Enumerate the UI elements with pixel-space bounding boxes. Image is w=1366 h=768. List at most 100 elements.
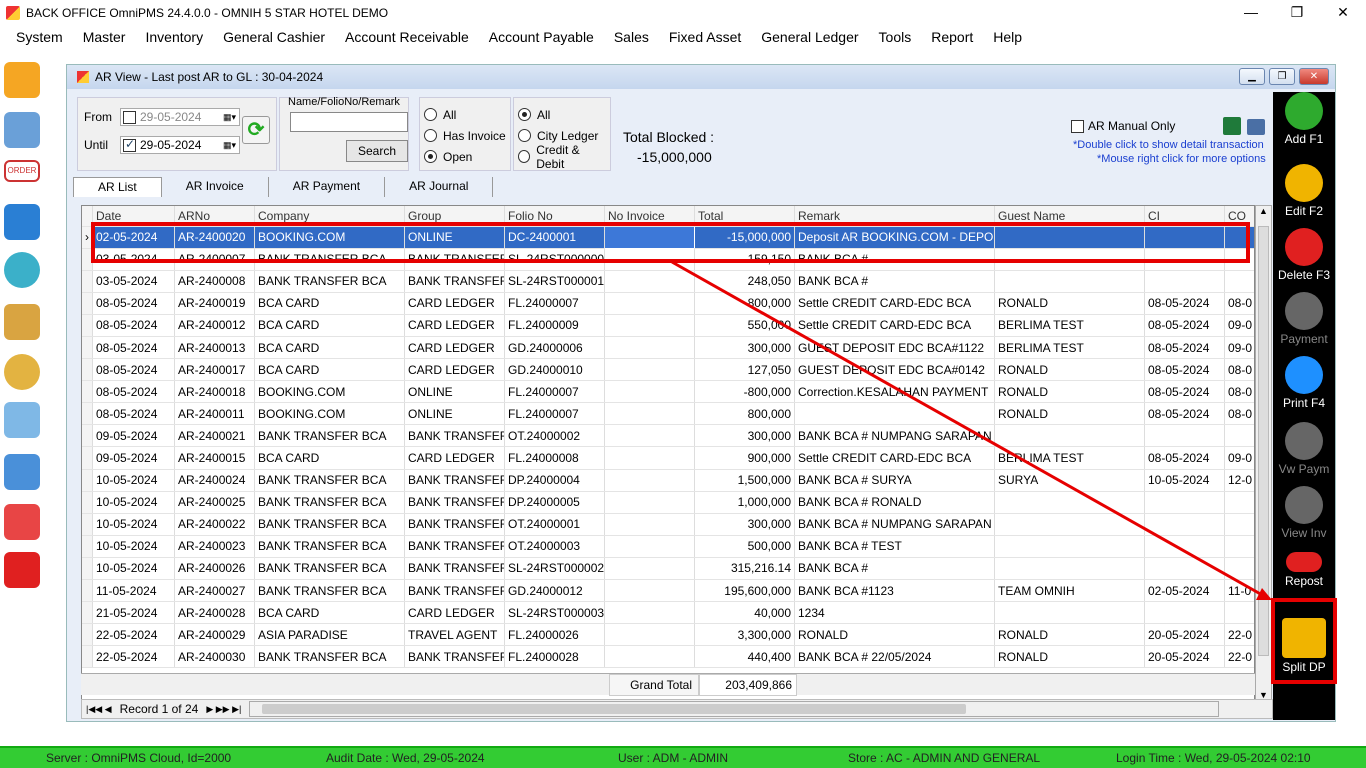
radio-credit-debit[interactable]: Credit & Debit: [518, 143, 606, 171]
table-row[interactable]: 10-05-2024 AR-2400024 BANK TRANSFER BCA BAN…: [82, 469, 1254, 492]
tab-ar-invoice[interactable]: AR Invoice: [162, 177, 269, 197]
inventory-boxes-icon[interactable]: [4, 62, 40, 98]
exit-icon[interactable]: [4, 552, 40, 588]
table-row[interactable]: 08-05-2024 AR-2400019 BCA CARD CARD LEDGER F…: [82, 292, 1254, 315]
table-row[interactable]: 09-05-2024 AR-2400015 BCA CARD CARD LEDGER F…: [82, 446, 1254, 470]
grid-vertical-scrollbar[interactable]: ▲ ▼: [1255, 205, 1272, 701]
sync-icon[interactable]: [4, 252, 40, 288]
refresh-button[interactable]: ⟳: [242, 116, 270, 144]
menu-help[interactable]: Help: [983, 29, 1032, 45]
table-row[interactable]: 08-05-2024 AR-2400017 BCA CARD CARD LEDGER G…: [82, 358, 1254, 382]
print-f4-button[interactable]: Print F4: [1273, 356, 1335, 410]
table-cell: RONALD: [994, 645, 1145, 669]
radio-has-invoice[interactable]: Has Invoice: [424, 125, 506, 146]
table-row[interactable]: 10-05-2024 AR-2400022 BANK TRANSFER BCA BAN…: [82, 513, 1254, 536]
radio-all-ledger[interactable]: All: [518, 104, 606, 125]
checklist-icon[interactable]: [4, 112, 40, 148]
row-indicator[interactable]: [82, 535, 93, 558]
excel-export-icon[interactable]: [1223, 117, 1241, 135]
table-row[interactable]: 10-05-2024 AR-2400023 BANK TRANSFER BCA BAN…: [82, 535, 1254, 558]
menu-tools[interactable]: Tools: [869, 29, 922, 45]
ledger-filter-group: All City Ledger Credit & Debit: [513, 97, 611, 171]
tab-ar-journal[interactable]: AR Journal: [385, 177, 494, 197]
order-icon[interactable]: ORDER: [4, 160, 40, 182]
repost-button[interactable]: Repost: [1273, 552, 1335, 588]
row-indicator[interactable]: [82, 513, 93, 536]
child-minimize-button[interactable]: ▁: [1239, 68, 1265, 85]
add-f1-button[interactable]: Add F1: [1273, 92, 1335, 146]
radio-open[interactable]: Open: [424, 146, 506, 167]
radio-all-invoice[interactable]: All: [424, 104, 506, 125]
edit-f2-button[interactable]: Edit F2: [1273, 164, 1335, 218]
close-button[interactable]: ✕: [1320, 0, 1366, 26]
table-row[interactable]: 08-05-2024 AR-2400011 BOOKING.COM ONLINE FL.…: [82, 402, 1254, 426]
tab-ar-list[interactable]: AR List: [73, 177, 162, 197]
row-indicator[interactable]: [82, 446, 93, 470]
row-indicator[interactable]: [82, 579, 93, 603]
money-bag-icon[interactable]: [4, 304, 40, 340]
table-row[interactable]: 22-05-2024 AR-2400030 BANK TRANSFER BCA BAN…: [82, 645, 1254, 669]
menu-general-ledger[interactable]: General Ledger: [751, 29, 868, 45]
table-row[interactable]: 10-05-2024 AR-2400026 BANK TRANSFER BCA BAN…: [82, 557, 1254, 581]
row-indicator[interactable]: [82, 424, 93, 448]
calendar-dropdown-icon[interactable]: ▦▾: [223, 140, 239, 151]
child-close-button[interactable]: ✕: [1299, 68, 1329, 85]
highlight-selected-row: [91, 222, 1250, 263]
table-row[interactable]: 03-05-2024 AR-2400008 BANK TRANSFER BCA BAN…: [82, 270, 1254, 293]
until-checkbox[interactable]: [123, 137, 136, 152]
ar-manual-only-checkbox[interactable]: AR Manual Only: [1071, 119, 1175, 133]
delete-f3-button[interactable]: Delete F3: [1273, 228, 1335, 282]
table-row[interactable]: 08-05-2024 AR-2400012 BCA CARD CARD LEDGER F…: [82, 314, 1254, 337]
table-row[interactable]: 10-05-2024 AR-2400025 BANK TRANSFER BCA BAN…: [82, 491, 1254, 514]
from-date-picker[interactable]: 29-05-2024 ▦▾: [120, 108, 240, 126]
row-indicator[interactable]: [82, 292, 93, 315]
row-indicator[interactable]: [82, 623, 93, 647]
maximize-button[interactable]: ❐: [1274, 0, 1320, 26]
menu-general-cashier[interactable]: General Cashier: [213, 29, 335, 45]
menu-sales[interactable]: Sales: [604, 29, 659, 45]
nav-first-icon[interactable]: |◀◀ ◀: [86, 704, 112, 715]
menu-system[interactable]: System: [6, 29, 73, 45]
row-indicator[interactable]: [82, 469, 93, 492]
report-chart-icon[interactable]: [4, 504, 40, 540]
menu-account-receivable[interactable]: Account Receivable: [335, 29, 479, 45]
ledger-book-icon[interactable]: [4, 454, 40, 490]
table-row[interactable]: 11-05-2024 AR-2400027 BANK TRANSFER BCA BAN…: [82, 579, 1254, 603]
table-row[interactable]: 22-05-2024 AR-2400029 ASIA PARADISE TRAVEL …: [82, 623, 1254, 647]
print-preview-icon[interactable]: [1247, 119, 1265, 135]
cart-icon[interactable]: [4, 204, 40, 240]
row-indicator[interactable]: [82, 270, 93, 293]
table-row[interactable]: 08-05-2024 AR-2400013 BCA CARD CARD LEDGER G…: [82, 336, 1254, 360]
mobile-payment-icon[interactable]: [4, 402, 40, 438]
row-indicator[interactable]: [82, 557, 93, 581]
menu-inventory[interactable]: Inventory: [135, 29, 213, 45]
row-indicator[interactable]: [82, 314, 93, 337]
minimize-button[interactable]: —: [1228, 0, 1274, 26]
name-filter-input[interactable]: [290, 112, 408, 132]
row-indicator[interactable]: [82, 380, 93, 404]
table-row[interactable]: 09-05-2024 AR-2400021 BANK TRANSFER BCA BAN…: [82, 424, 1254, 448]
table-row[interactable]: 08-05-2024 AR-2400018 BOOKING.COM ONLINE FL.…: [82, 380, 1254, 404]
menu-master[interactable]: Master: [73, 29, 136, 45]
calendar-dropdown-icon[interactable]: ▦▾: [223, 112, 239, 123]
row-indicator[interactable]: [82, 358, 93, 382]
search-button[interactable]: Search: [346, 140, 408, 162]
tab-ar-payment[interactable]: AR Payment: [269, 177, 386, 197]
ar-grid[interactable]: Date ARNo Company Group Folio No No Invoice To…: [81, 205, 1255, 701]
from-checkbox[interactable]: [123, 110, 136, 124]
row-indicator[interactable]: [82, 402, 93, 426]
child-restore-button[interactable]: ❐: [1269, 68, 1295, 85]
row-indicator[interactable]: [82, 645, 93, 669]
menu-account-payable[interactable]: Account Payable: [479, 29, 604, 45]
hand-coin-icon[interactable]: [4, 354, 40, 390]
table-row[interactable]: 21-05-2024 AR-2400028 BCA CARD CARD LEDGER S…: [82, 601, 1254, 625]
table-cell: BANK TRANSFER: [404, 645, 505, 669]
row-indicator[interactable]: [82, 491, 93, 514]
until-date-picker[interactable]: 29-05-2024 ▦▾: [120, 136, 240, 154]
menu-fixed-asset[interactable]: Fixed Asset: [659, 29, 751, 45]
nav-next-icon[interactable]: ▶ ▶▶ ▶|: [206, 704, 241, 715]
grid-horizontal-scrollbar[interactable]: [249, 701, 1220, 717]
menu-report[interactable]: Report: [921, 29, 983, 45]
row-indicator[interactable]: [82, 336, 93, 360]
row-indicator[interactable]: [82, 601, 93, 625]
